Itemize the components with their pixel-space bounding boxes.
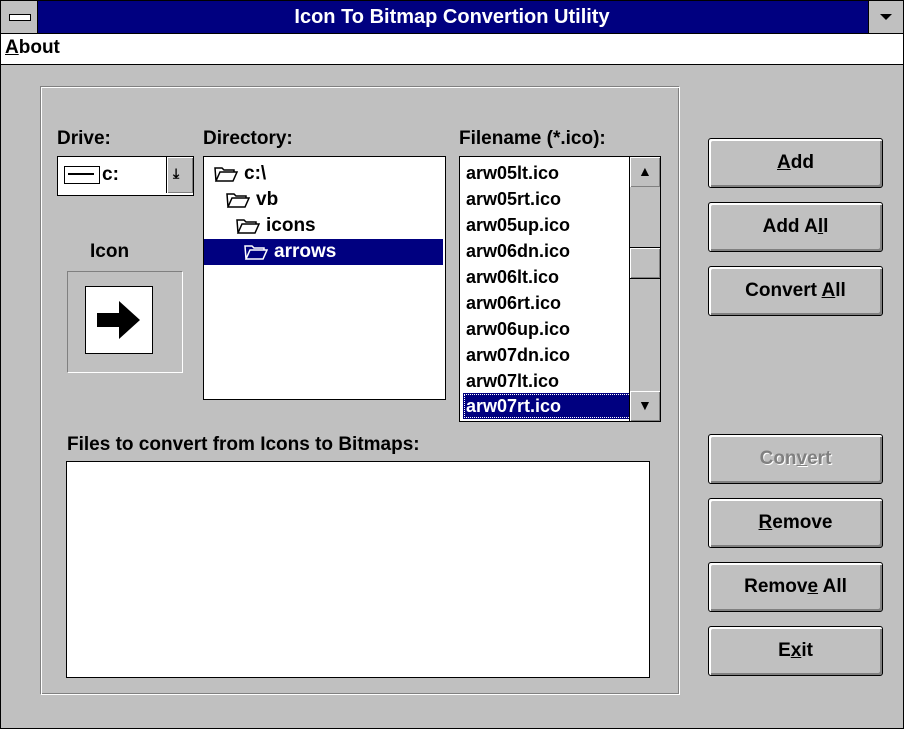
minimize-arrow-icon [880,14,892,20]
down-arrow-icon: ▼ [638,397,652,413]
remove-mnemonic: R [758,512,773,533]
exit-mnemonic: x [790,640,802,661]
add-all-button[interactable]: Add All [708,202,883,252]
file-item[interactable]: arw05up.ico [463,212,632,238]
menu-about-label: bout [18,37,60,58]
file-item[interactable]: arw05rt.ico [463,186,632,212]
file-item[interactable]: arw06rt.ico [463,290,632,316]
directory-label: Directory: [203,128,293,149]
scroll-down-button[interactable]: ▼ [630,391,660,421]
directory-item-selected[interactable]: arrows [204,239,443,265]
system-menu-icon [9,14,31,21]
drive-value: c: [102,164,119,185]
directory-item[interactable]: c:\ [214,161,266,187]
remove-button[interactable]: Remove [708,498,883,548]
remove-all-mnemonic: e [807,576,819,597]
directory-item[interactable]: icons [236,213,316,239]
title-bar[interactable]: Icon To Bitmap Convertion Utility [1,1,903,34]
add-all-label-post: l [823,216,829,237]
add-mnemonic: A [777,152,791,173]
drive-dropdown-button[interactable]: ⤓ [166,157,193,193]
convert-label-pre: Con [759,448,797,469]
icon-label: Icon [90,241,130,262]
file-item[interactable]: arw06dn.ico [463,238,632,264]
convert-button[interactable]: Convert [708,434,883,484]
scroll-thumb[interactable] [630,247,660,279]
directory-item[interactable]: vb [226,187,278,213]
minimize-button[interactable] [868,1,903,33]
convert-label-post: ert [807,448,832,469]
file-item-selected[interactable]: arw07rt.ico [463,393,632,419]
add-all-label-pre: Add A [762,216,818,237]
add-button[interactable]: Add [708,138,883,188]
directory-name: icons [266,215,316,236]
directory-name: c:\ [244,163,267,184]
icon-preview-frame [67,271,183,373]
exit-label-post: it [801,640,813,661]
open-folder-icon [236,219,260,234]
menu-about-mnemonic: A [5,37,19,58]
filename-label: Filename (*.ico): [459,128,606,149]
menu-bar: About [1,34,903,65]
remove-all-label-pre: Remov [744,576,808,597]
convert-all-mnemonic: A [821,280,836,301]
file-item[interactable]: arw07dn.ico [463,342,632,368]
system-menu-button[interactable] [1,1,38,33]
exit-button[interactable]: Exit [708,626,883,676]
remove-label-post: emove [772,512,833,533]
window-title: Icon To Bitmap Convertion Utility [294,6,610,28]
dropdown-arrow-icon: ⤓ [173,165,180,181]
filename-list[interactable]: arw05lt.ico arw05rt.ico arw05up.ico arw0… [459,156,661,422]
hard-drive-icon [64,166,100,184]
file-item[interactable]: arw05lt.ico [463,160,632,186]
file-item[interactable]: arw06lt.ico [463,264,632,290]
files-to-convert-list[interactable] [66,461,650,678]
right-arrow-icon [97,301,140,339]
menu-about[interactable]: About [5,37,60,59]
main-window: Icon To Bitmap Convertion Utility About … [0,0,904,729]
add-label-post: dd [790,152,814,173]
remove-all-label-post: All [818,576,847,597]
open-folder-icon [226,193,250,208]
convert-all-button[interactable]: Convert All [708,266,883,316]
convert-mnemonic: v [796,448,808,469]
file-item[interactable]: arw06up.ico [463,316,632,342]
scroll-up-button[interactable]: ▲ [630,157,660,187]
file-item[interactable]: arw07lt.ico [463,368,632,394]
convert-all-label-post: ll [835,280,846,301]
exit-label-pre: E [778,640,791,661]
directory-list[interactable]: c:\ vb icons arrows [203,156,446,400]
directory-name: arrows [274,241,337,262]
open-folder-icon [214,167,238,182]
files-to-convert-label: Files to convert from Icons to Bitmaps: [67,434,420,455]
filename-scrollbar[interactable]: ▲ ▼ [629,157,660,421]
icon-preview [85,286,153,354]
remove-all-button[interactable]: Remove All [708,562,883,612]
drive-combobox[interactable]: c: ⤓ [57,156,194,196]
directory-name: vb [256,189,279,210]
drive-label: Drive: [57,128,111,149]
up-arrow-icon: ▲ [638,163,652,179]
open-folder-icon [244,245,268,260]
convert-all-label-pre: Convert [745,280,822,301]
